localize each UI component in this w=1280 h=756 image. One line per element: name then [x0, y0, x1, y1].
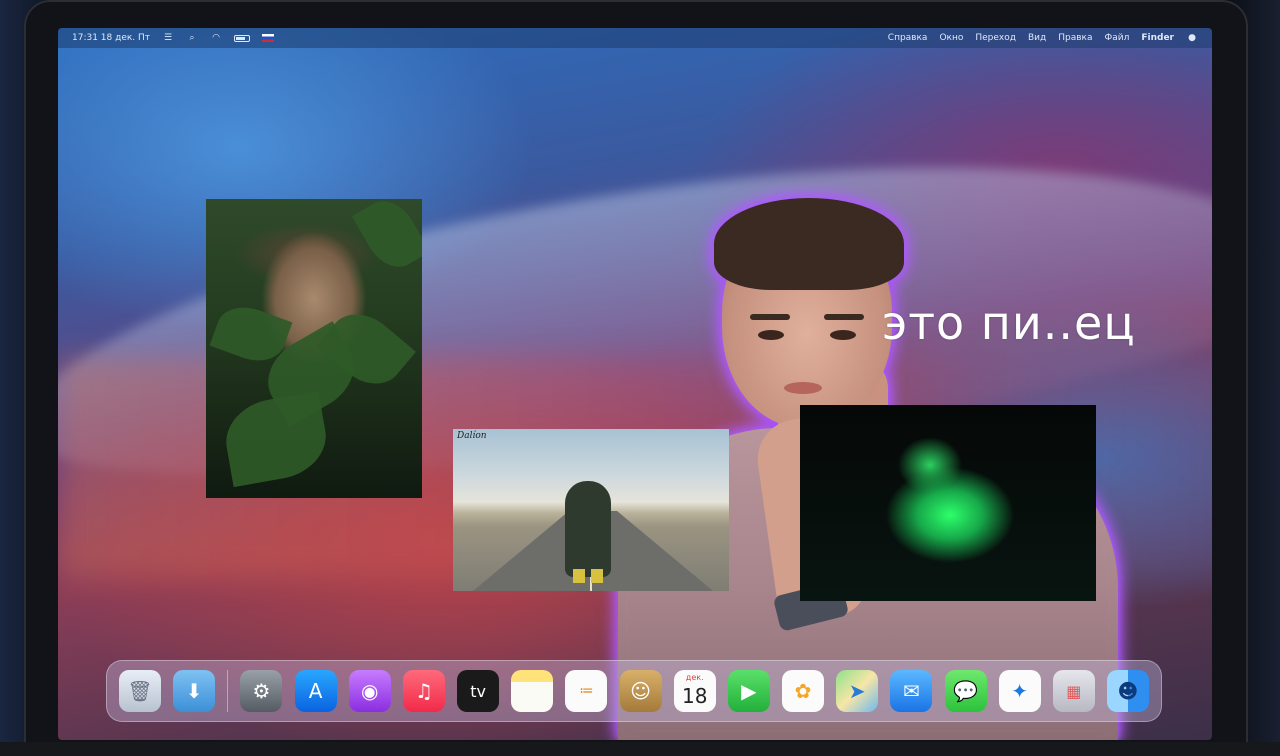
menu-view[interactable]: Вид	[1028, 33, 1046, 43]
menu-go[interactable]: Переход	[975, 33, 1016, 43]
contacts-icon[interactable]: ☺	[619, 670, 662, 712]
leaf-shape	[351, 199, 422, 277]
caption-text: это пи..ец	[882, 296, 1136, 350]
photo-forest-portrait	[206, 199, 422, 498]
messages-bubble-icon[interactable]: 💬	[944, 670, 987, 712]
notes-icon[interactable]	[511, 670, 554, 712]
dock: 🗑 ⬇ ⚙ A ◉ ♫ tv ≔ ☺ дек. 18 ▶ ✿ ➤ ✉ 💬 ✦ ▦…	[106, 660, 1162, 722]
downloads-folder-icon[interactable]: ⬇	[173, 670, 216, 712]
control-center-icon[interactable]: ☰	[162, 33, 174, 43]
calendar-icon[interactable]: дек. 18	[673, 670, 716, 712]
reminders-icon[interactable]: ≔	[565, 670, 608, 712]
music-note-icon[interactable]: ♫	[402, 670, 445, 712]
facetime-camera-icon[interactable]: ▶	[727, 670, 770, 712]
figure-legs	[573, 569, 603, 583]
photo-road-figure: Dalíon	[453, 429, 729, 591]
photos-flower-icon[interactable]: ✿	[782, 670, 825, 712]
menu-file[interactable]: Файл	[1105, 33, 1130, 43]
safari-compass-icon[interactable]: ✦	[998, 670, 1041, 712]
photo-green-glow	[800, 405, 1096, 601]
dock-separator	[227, 670, 229, 712]
clock[interactable]: 17:31 18 дек. Пт	[72, 33, 150, 43]
status-area: 17:31 18 дек. Пт ☰ ⌕ ◠	[72, 33, 275, 43]
menu-window[interactable]: Окно	[939, 33, 963, 43]
input-source-flag-icon[interactable]	[262, 34, 275, 42]
eye	[758, 330, 784, 340]
mouth	[784, 382, 822, 394]
battery-icon[interactable]	[234, 34, 251, 42]
menu-help[interactable]: Справка	[888, 33, 928, 43]
menu-bar: 17:31 18 дек. Пт ☰ ⌕ ◠ Справка Окно Пере…	[58, 28, 1212, 48]
maps-icon[interactable]: ➤	[836, 670, 879, 712]
laptop-base	[0, 742, 1280, 756]
mail-envelope-icon[interactable]: ✉	[890, 670, 933, 712]
tv-label: tv	[470, 681, 486, 701]
settings-gear-icon[interactable]: ⚙	[240, 670, 283, 712]
calendar-month: дек.	[685, 673, 704, 682]
laptop-screen: 17:31 18 дек. Пт ☰ ⌕ ◠ Справка Окно Пере…	[58, 28, 1212, 740]
tv-icon[interactable]: tv	[457, 670, 500, 712]
calendar-day: 18	[681, 684, 708, 708]
hooded-figure	[565, 481, 611, 577]
menu-edit[interactable]: Правка	[1058, 33, 1092, 43]
finder-face-icon[interactable]: ☻	[1106, 670, 1149, 712]
launchpad-grid-icon[interactable]: ▦	[1052, 670, 1095, 712]
brow	[750, 314, 790, 320]
trash-icon[interactable]: 🗑	[119, 670, 161, 712]
app-store-icon[interactable]: A	[294, 670, 337, 712]
eye	[830, 330, 856, 340]
wifi-icon[interactable]: ◠	[210, 33, 222, 43]
person-hair	[714, 198, 904, 290]
leaf-shape	[219, 390, 333, 488]
brow	[824, 314, 864, 320]
spotlight-search-icon[interactable]: ⌕	[186, 33, 198, 43]
apple-logo-icon[interactable]: ●	[1186, 33, 1198, 43]
menu-finder[interactable]: Finder	[1141, 33, 1174, 43]
podcasts-icon[interactable]: ◉	[348, 670, 391, 712]
photo-signature: Dalíon	[457, 431, 487, 441]
app-menus: Справка Окно Переход Вид Правка Файл Fin…	[888, 33, 1198, 43]
